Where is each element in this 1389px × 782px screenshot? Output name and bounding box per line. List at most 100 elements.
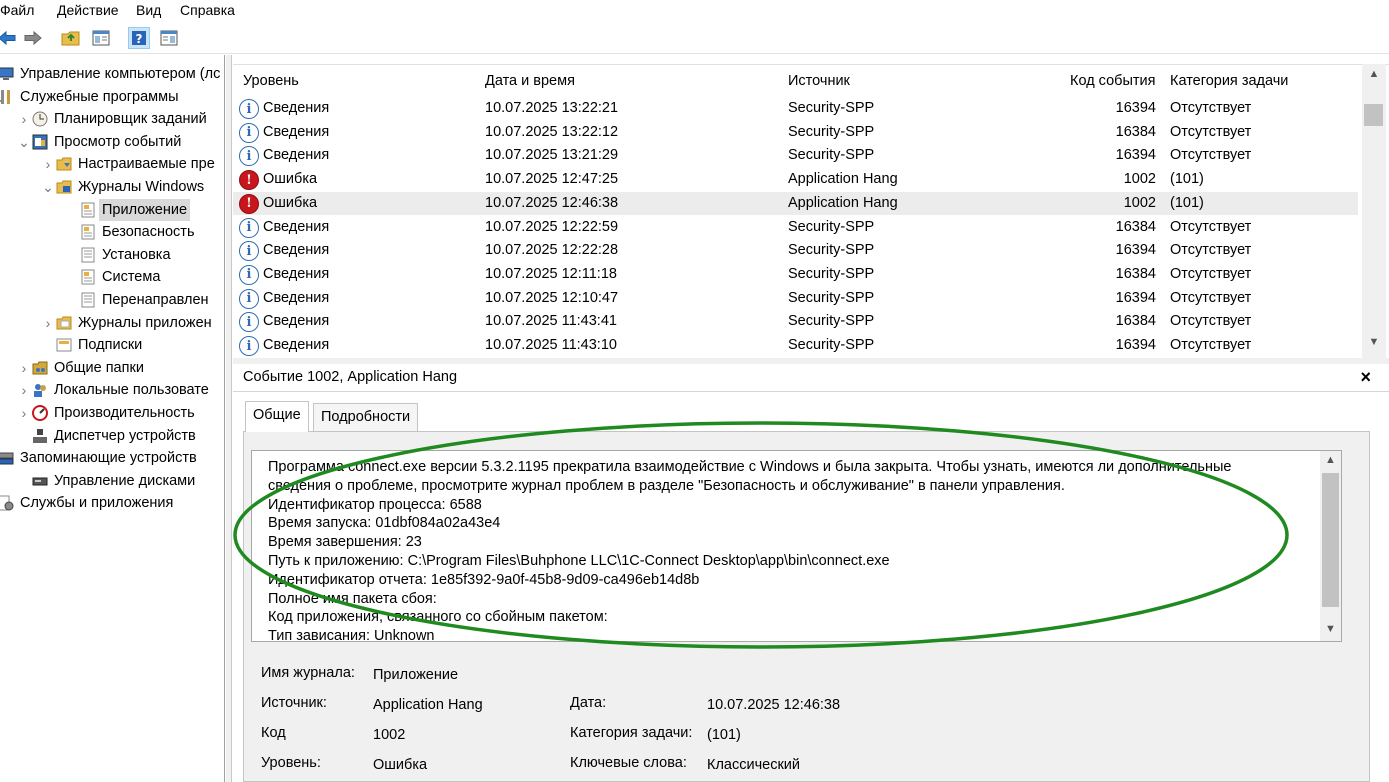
close-icon[interactable]: × (1360, 367, 1371, 388)
event-list-scrollbar[interactable]: ▲ ▼ (1362, 64, 1386, 358)
users-icon (32, 382, 48, 398)
column-header-source[interactable]: Источник (788, 69, 850, 93)
tab-general[interactable]: Общие (245, 401, 309, 432)
column-header-level[interactable]: Уровень (243, 69, 299, 93)
table-row[interactable]: i Сведения 10.07.2025 11:43:10 Security-SPP… (233, 334, 1358, 358)
up-folder-icon[interactable] (60, 27, 82, 49)
show-hide-console-tree-icon[interactable] (90, 27, 112, 49)
menu-file[interactable]: Файл (0, 1, 34, 19)
row-event-code: 16384 (1115, 265, 1156, 282)
description-line: Время запуска: 01dbf084a02a43e4 (268, 515, 501, 532)
error-icon: ! (239, 170, 259, 191)
description-line: Полное имя пакета сбоя: (268, 590, 437, 607)
tree-item[interactable]: › Настраиваемые пре (0, 153, 224, 175)
scroll-thumb[interactable] (1322, 473, 1339, 607)
tree-item[interactable]: Диспетчер устройств (0, 425, 224, 447)
column-header-event-code[interactable]: Код события (1070, 69, 1155, 93)
table-row[interactable]: i Сведения 10.07.2025 12:10:47 Security-SPP… (233, 287, 1358, 311)
table-row[interactable]: i Сведения 10.07.2025 13:22:21 Security-SPP… (233, 97, 1358, 121)
expand-chevron-icon[interactable]: › (18, 108, 30, 130)
tree-item[interactable]: › Журналы приложен (0, 312, 224, 334)
menu-view[interactable]: Вид (136, 1, 161, 19)
console-tree: Управление компьютером (лс⌄Служебные про… (0, 55, 225, 782)
show-hide-action-pane-icon[interactable] (158, 27, 180, 49)
log-icon (80, 269, 96, 285)
row-level: Ошибка (263, 171, 318, 188)
forward-arrow-icon[interactable] (22, 27, 44, 49)
row-event-code: 16394 (1115, 289, 1156, 306)
row-datetime: 10.07.2025 12:22:59 (485, 218, 619, 235)
tree-item[interactable]: Система (0, 266, 224, 288)
scroll-down-arrow-icon[interactable]: ▼ (1320, 623, 1341, 635)
tree-item[interactable]: ⌄ Просмотр событий (0, 131, 224, 153)
scroll-up-arrow-icon[interactable]: ▲ (1362, 68, 1386, 80)
expand-chevron-icon[interactable]: › (18, 357, 30, 379)
tree-item[interactable]: › Планировщик заданий (0, 108, 224, 130)
row-datetime: 10.07.2025 12:47:25 (485, 171, 619, 188)
tree-item[interactable]: Перенаправлен (0, 289, 224, 311)
row-level: Сведения (263, 100, 330, 116)
column-header-task-category[interactable]: Категория задачи (1170, 69, 1288, 93)
table-row[interactable]: i Сведения 10.07.2025 13:22:12 Security-SPP… (233, 121, 1358, 145)
back-arrow-icon[interactable] (0, 27, 18, 49)
row-task-category: (101) (1170, 194, 1204, 211)
computer-management-window: Файл Действие Вид Справка ? Управление к… (0, 0, 1389, 782)
tools-icon (0, 89, 14, 105)
tree-item-label: Журналы приложен (78, 314, 212, 331)
tree-item[interactable]: › Производительность (0, 402, 224, 424)
collapse-chevron-icon[interactable]: ⌄ (18, 131, 30, 153)
tree-item[interactable]: ⌄Запоминающие устройств (0, 447, 224, 469)
event-detail-body: Общие Подробности Программа connect.exe … (233, 393, 1389, 782)
tree-item[interactable]: Подписки (0, 334, 224, 356)
event-description[interactable]: Программа connect.exe версии 5.3.2.1195 … (251, 450, 1342, 642)
expand-chevron-icon[interactable]: › (42, 312, 54, 334)
tree-item[interactable]: Безопасность (0, 221, 224, 243)
tree-item-label: Общие папки (54, 359, 144, 376)
pane-splitter[interactable] (226, 55, 232, 782)
row-datetime: 10.07.2025 12:10:47 (485, 289, 619, 306)
tree-item-label: Служебные программы (20, 88, 179, 105)
table-row[interactable]: ! Ошибка 10.07.2025 12:46:38 Application Ha… (233, 191, 1358, 216)
computer-icon (0, 66, 14, 82)
row-event-code: 1002 (1123, 194, 1156, 211)
table-row[interactable]: i Сведения 10.07.2025 12:11:18 Security-SPP… (233, 263, 1358, 287)
help-icon[interactable]: ? (128, 27, 150, 49)
tree-item[interactable]: Установка (0, 244, 224, 266)
info-icon: i (239, 241, 259, 262)
tree-item[interactable]: ⌄ Журналы Windows (0, 176, 224, 198)
task-category-label: Категория задачи: (570, 725, 693, 741)
tab-details[interactable]: Подробности (313, 403, 419, 431)
date-value: 10.07.2025 12:46:38 (707, 697, 841, 713)
menu-help[interactable]: Справка (180, 1, 235, 19)
description-scrollbar[interactable]: ▲ ▼ (1320, 451, 1341, 641)
expand-chevron-icon[interactable]: › (18, 402, 30, 424)
description-line: Тип зависания: Unknown (268, 628, 435, 642)
table-row[interactable]: ! Ошибка 10.07.2025 12:47:25 Application Ha… (233, 168, 1358, 192)
expand-chevron-icon[interactable]: › (42, 153, 54, 175)
table-row[interactable]: i Сведения 10.07.2025 13:21:29 Security-SPP… (233, 144, 1358, 168)
tree-item[interactable]: ⌄Служебные программы (0, 86, 224, 108)
row-level: Ошибка (263, 194, 318, 211)
tree-item[interactable]: Приложение (0, 198, 224, 221)
expand-chevron-icon[interactable]: › (18, 379, 30, 401)
scroll-up-arrow-icon[interactable]: ▲ (1320, 454, 1341, 466)
row-source: Security-SPP (788, 337, 875, 353)
scroll-thumb[interactable] (1364, 104, 1383, 126)
info-icon: i (239, 99, 259, 119)
scroll-down-arrow-icon[interactable]: ▼ (1362, 336, 1386, 348)
collapse-chevron-icon[interactable]: ⌄ (42, 176, 54, 198)
tree-item[interactable]: Управление компьютером (лс (0, 63, 224, 85)
menu-action[interactable]: Действие (57, 1, 119, 19)
tree-item[interactable]: › Локальные пользовате (0, 379, 224, 401)
table-row[interactable]: i Сведения 10.07.2025 11:43:41 Security-SPP… (233, 310, 1358, 334)
table-row[interactable]: i Сведения 10.07.2025 12:22:28 Security-SPP… (233, 239, 1358, 263)
tree-item[interactable]: ›Службы и приложения (0, 492, 224, 514)
table-row[interactable]: i Сведения 10.07.2025 12:22:59 Security-SPP… (233, 216, 1358, 240)
column-header-datetime[interactable]: Дата и время (485, 69, 575, 93)
tree-item[interactable]: › Общие папки (0, 357, 224, 379)
row-source: Security-SPP (788, 265, 875, 282)
row-task-category: (101) (1170, 171, 1204, 188)
event-list: Уровень Дата и время Источник Код событи… (233, 64, 1389, 358)
tree-item[interactable]: Управление дисками (0, 470, 224, 492)
tree-item-label: Производительность (54, 405, 195, 421)
